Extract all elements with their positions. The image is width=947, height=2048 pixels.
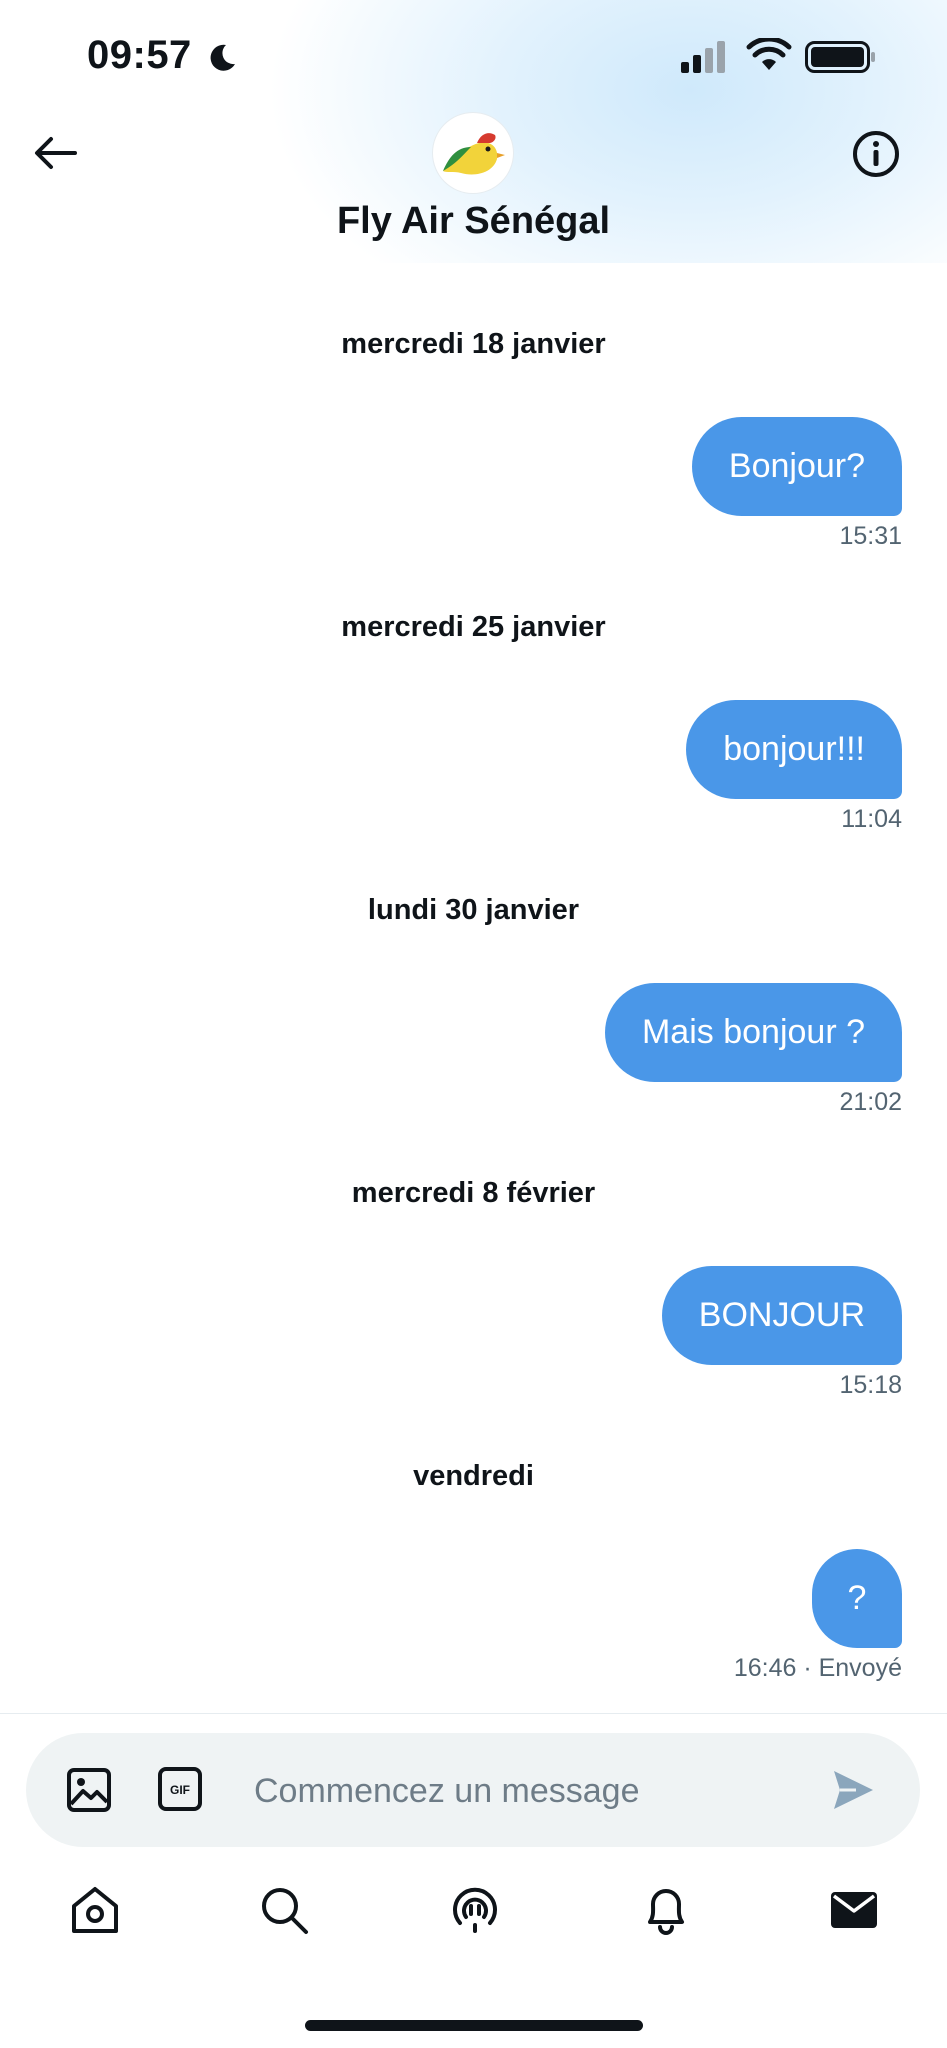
info-button[interactable] <box>850 128 902 180</box>
home-icon <box>72 1887 118 1933</box>
arrow-left-icon <box>35 137 77 169</box>
message-bubble[interactable]: Mais bonjour ? <box>604 983 902 1082</box>
message-bubble[interactable]: BONJOUR <box>661 1266 902 1365</box>
home-indicator <box>305 2020 643 2031</box>
date-separator: vendredi <box>413 1460 534 1492</box>
send-button[interactable] <box>830 1767 876 1813</box>
spaces-icon <box>453 1887 497 1933</box>
avatar[interactable] <box>433 113 513 193</box>
message-time: 16:46 · Envoyé <box>733 1654 902 1682</box>
date-separator: mercredi 8 février <box>351 1177 596 1209</box>
message-input[interactable] <box>252 1763 816 1819</box>
message-composer: GIF <box>26 1733 920 1847</box>
battery-icon <box>805 41 875 73</box>
image-icon <box>67 1768 111 1812</box>
wifi-icon <box>746 38 792 70</box>
date-separator: lundi 30 janvier <box>367 894 580 926</box>
message-time: 21:02 <box>839 1088 902 1116</box>
message-time: 11:04 <box>841 805 902 833</box>
tab-notifications[interactable] <box>636 1880 696 1940</box>
cellular-signal-icon <box>681 41 725 73</box>
date-separator: mercredi 18 janvier <box>341 328 606 360</box>
info-icon <box>853 131 899 177</box>
message-bubble[interactable]: ? <box>812 1549 902 1648</box>
message-time: 15:18 <box>839 1371 902 1399</box>
message-time: 15:31 <box>839 522 902 550</box>
tab-spaces[interactable] <box>445 1880 505 1940</box>
gif-icon: GIF <box>158 1767 202 1811</box>
tab-bar <box>0 1880 947 1960</box>
message-bubble[interactable]: Bonjour? <box>691 417 902 516</box>
back-button[interactable] <box>28 128 82 178</box>
messages-icon <box>831 1892 877 1928</box>
tab-messages[interactable] <box>824 1880 884 1940</box>
composer-divider <box>0 1713 947 1714</box>
notifications-icon <box>648 1889 684 1935</box>
search-icon <box>262 1888 308 1934</box>
tab-search[interactable] <box>254 1880 314 1940</box>
moon-icon <box>210 44 235 71</box>
status-time: 09:57 <box>87 33 192 77</box>
date-separator: mercredi 25 janvier <box>341 611 606 643</box>
fly-air-senegal-logo <box>443 133 505 175</box>
conversation-title[interactable]: Fly Air Sénégal <box>0 200 947 243</box>
gif-label: GIF <box>170 1783 190 1797</box>
send-icon <box>834 1771 873 1809</box>
add-image-button[interactable] <box>66 1767 112 1813</box>
tab-home[interactable] <box>65 1880 125 1940</box>
add-gif-button[interactable]: GIF <box>158 1767 202 1811</box>
message-bubble[interactable]: bonjour!!! <box>686 700 902 799</box>
